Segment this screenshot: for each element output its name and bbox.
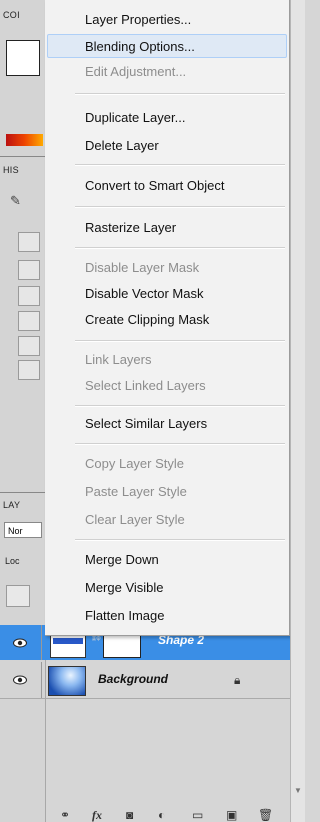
panel-divider bbox=[0, 492, 45, 493]
menu-item-flatten-image[interactable]: Flatten Image bbox=[45, 604, 289, 628]
panel-divider bbox=[0, 156, 45, 157]
menu-separator bbox=[75, 443, 285, 445]
menu-item-convert-smart-object[interactable]: Convert to Smart Object bbox=[45, 174, 289, 198]
menu-item-duplicate-layer[interactable]: Duplicate Layer... bbox=[45, 106, 289, 130]
trash-icon[interactable]: 🗑︎ bbox=[258, 808, 273, 822]
new-layer-icon[interactable]: ▣ bbox=[226, 808, 237, 822]
layer-row-background[interactable]: Background 🔒︎ bbox=[0, 662, 290, 699]
history-panel-tab[interactable]: HIS bbox=[3, 165, 19, 175]
lock-label: Loc bbox=[5, 556, 20, 566]
menu-separator bbox=[75, 206, 285, 208]
folder-icon[interactable]: ▭ bbox=[192, 808, 203, 822]
menu-item-select-similar-layers[interactable]: Select Similar Layers bbox=[45, 412, 289, 436]
eye-icon bbox=[13, 638, 27, 647]
visibility-toggle[interactable] bbox=[0, 625, 42, 660]
menu-item-create-clipping-mask[interactable]: Create Clipping Mask bbox=[45, 308, 289, 332]
layers-bottom-toolbar: ⚭ fx ◙ ◐ ▭ ▣ 🗑︎ bbox=[0, 808, 290, 822]
history-state[interactable] bbox=[18, 311, 40, 331]
color-panel-tab[interactable]: COI bbox=[3, 10, 20, 20]
menu-item-link-layers: Link Layers bbox=[85, 352, 152, 367]
menu-separator bbox=[75, 340, 285, 342]
link-icon[interactable]: ⚭ bbox=[60, 808, 70, 822]
menu-item-clear-layer-style: Clear Layer Style bbox=[85, 512, 185, 527]
history-state[interactable] bbox=[18, 360, 40, 380]
menu-item-merge-visible[interactable]: Merge Visible bbox=[45, 576, 289, 600]
menu-item-select-linked-layers: Select Linked Layers bbox=[85, 378, 206, 393]
eye-icon bbox=[13, 675, 27, 685]
menu-separator bbox=[75, 93, 285, 95]
foreground-color-swatch[interactable] bbox=[6, 40, 40, 76]
menu-item-merge-down[interactable]: Merge Down bbox=[45, 548, 289, 572]
lock-transparent-pixels-button[interactable] bbox=[6, 585, 30, 607]
history-state[interactable] bbox=[18, 260, 40, 280]
menu-separator bbox=[75, 247, 285, 249]
visibility-toggle[interactable] bbox=[0, 662, 42, 698]
menu-item-edit-adjustment: Edit Adjustment... bbox=[85, 64, 187, 79]
history-state[interactable] bbox=[18, 286, 40, 306]
menu-separator bbox=[75, 164, 285, 166]
scroll-down-arrow-icon[interactable]: ▼ bbox=[294, 786, 302, 795]
color-ramp[interactable] bbox=[6, 134, 43, 146]
menu-item-disable-vector-mask[interactable]: Disable Vector Mask bbox=[45, 282, 289, 306]
adjustment-icon[interactable]: ◐ bbox=[158, 808, 165, 822]
layers-panel-tab[interactable]: LAY bbox=[3, 500, 20, 510]
layer-name[interactable]: Background bbox=[98, 672, 168, 686]
lock-icon: 🔒︎ bbox=[234, 673, 241, 687]
menu-separator bbox=[75, 405, 285, 407]
fx-icon[interactable]: fx bbox=[92, 808, 102, 822]
menu-separator bbox=[75, 539, 285, 541]
menu-item-layer-properties[interactable]: Layer Properties... bbox=[45, 8, 289, 32]
blend-mode-select[interactable]: Nor bbox=[4, 522, 42, 538]
history-brush-icon[interactable]: ✎ bbox=[10, 193, 21, 209]
menu-item-disable-layer-mask: Disable Layer Mask bbox=[85, 260, 200, 275]
layer-context-menu: Layer Properties... Blending Options... … bbox=[45, 0, 290, 636]
menu-item-delete-layer[interactable]: Delete Layer bbox=[45, 134, 289, 158]
menu-item-rasterize-layer[interactable]: Rasterize Layer bbox=[45, 216, 289, 240]
menu-item-blending-options[interactable]: Blending Options... bbox=[47, 34, 287, 58]
history-state[interactable] bbox=[18, 232, 40, 252]
layers-scrollbar[interactable]: ▼ bbox=[290, 0, 305, 822]
history-state[interactable] bbox=[18, 336, 40, 356]
menu-item-copy-layer-style: Copy Layer Style bbox=[85, 456, 184, 471]
menu-item-paste-layer-style: Paste Layer Style bbox=[85, 484, 187, 499]
layer-thumbnail[interactable] bbox=[48, 666, 86, 696]
mask-icon[interactable]: ◙ bbox=[126, 808, 133, 822]
